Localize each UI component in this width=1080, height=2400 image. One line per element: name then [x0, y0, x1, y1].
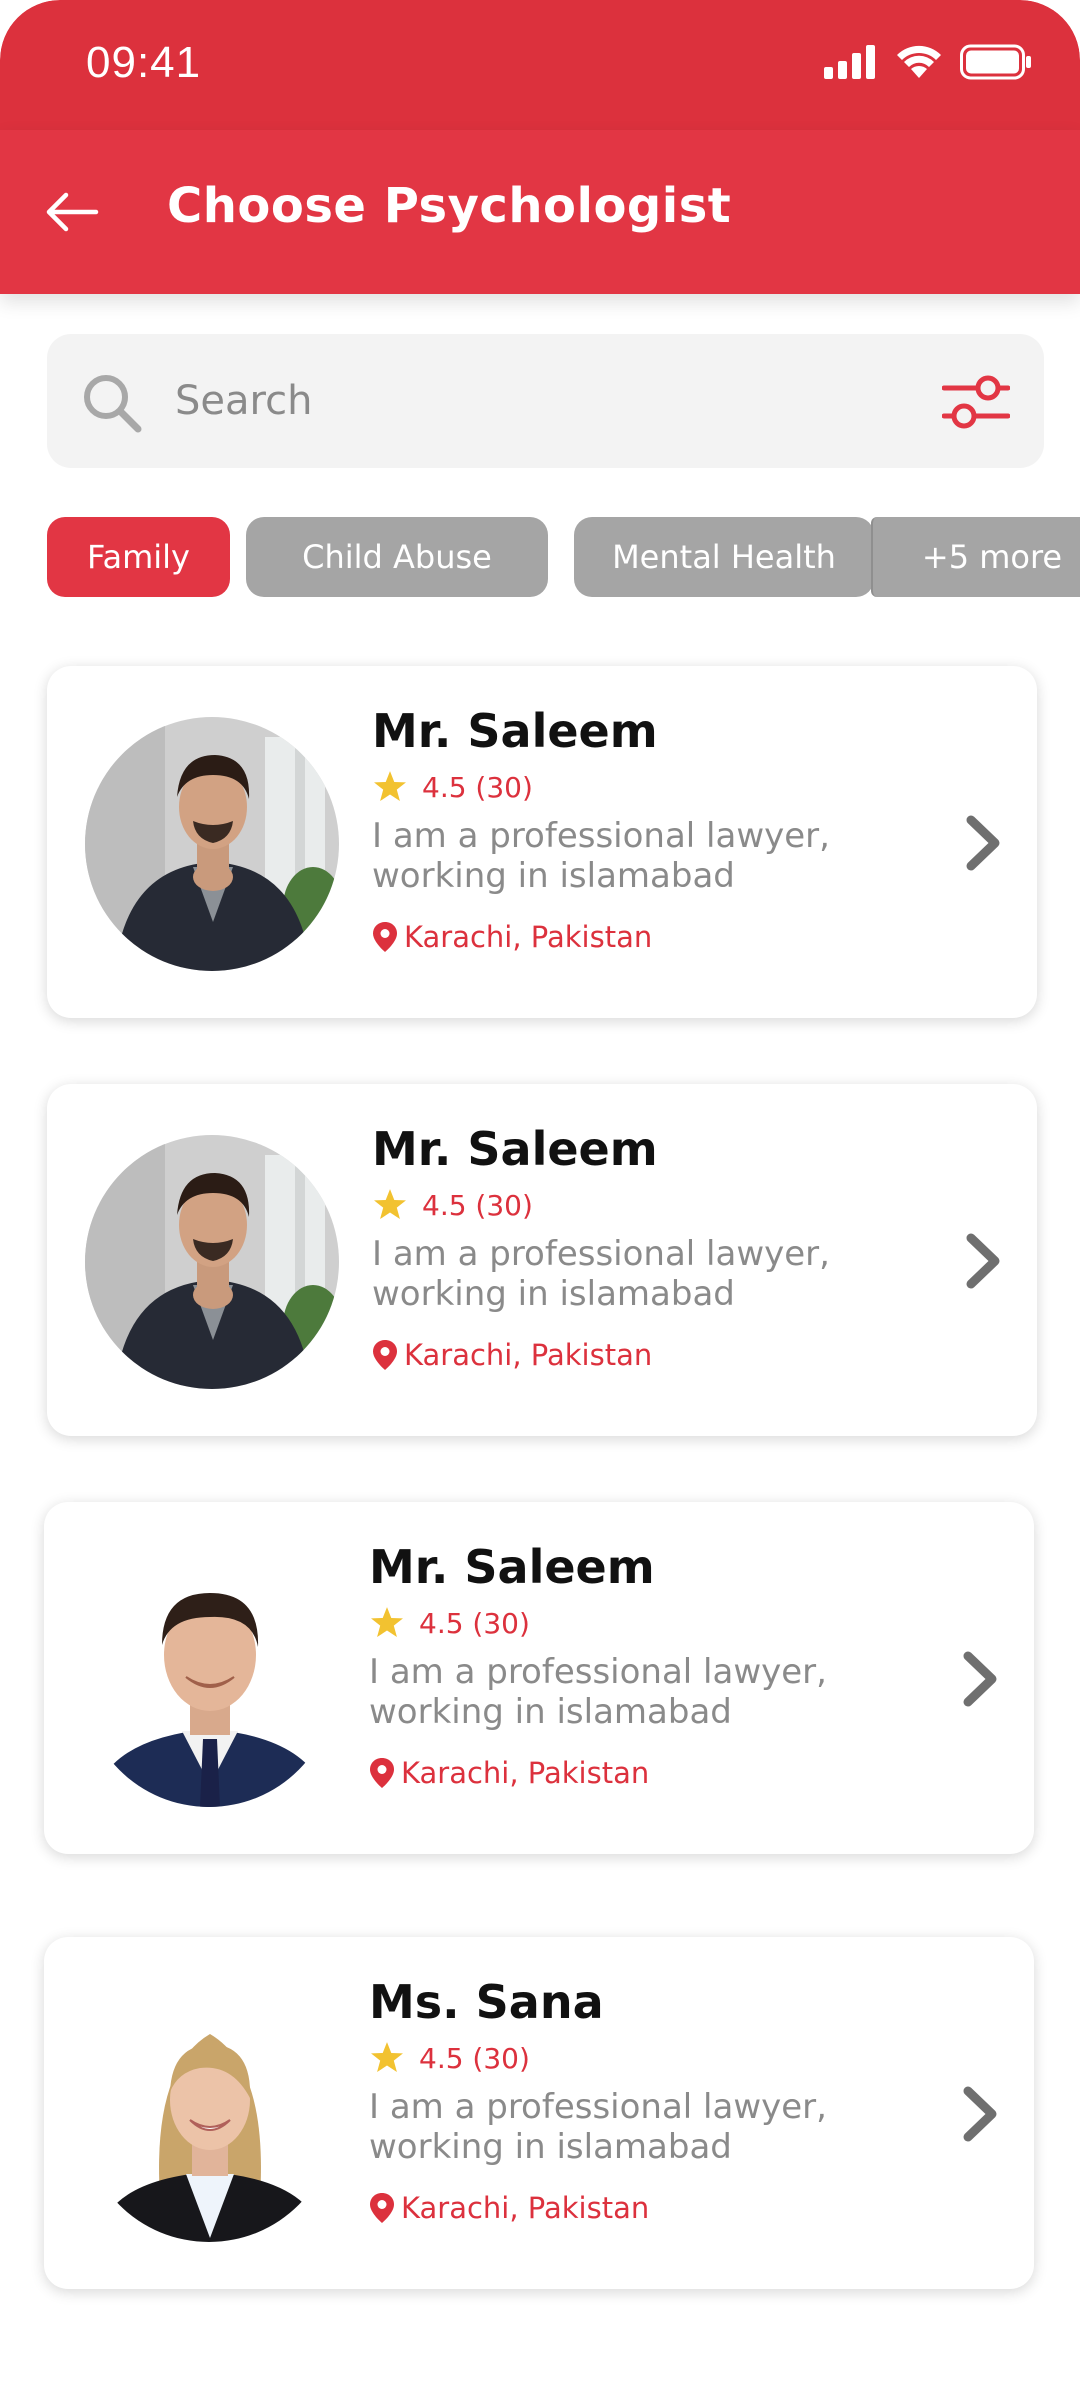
psychologist-description: I am a professional lawyer, working in i… [369, 2087, 827, 2167]
chip-mental-health[interactable]: Mental Health [574, 517, 874, 597]
app-header: Choose Psychologist [0, 130, 1080, 294]
battery-icon [960, 44, 1031, 80]
location: Karachi, Pakistan [372, 920, 652, 954]
rating-text: 4.5 (30) [422, 770, 533, 804]
avatar [85, 1135, 339, 1389]
status-time: 09:41 [86, 38, 202, 87]
star-icon [374, 1189, 406, 1220]
rating-text: 4.5 (30) [422, 1188, 533, 1222]
chip-more[interactable]: +5 more [871, 517, 1080, 597]
psychologist-description: I am a professional lawyer, working in i… [369, 1652, 827, 1732]
location: Karachi, Pakistan [369, 1756, 649, 1790]
chevron-right-icon[interactable] [959, 812, 1009, 874]
location-pin-icon [370, 1758, 394, 1788]
location: Karachi, Pakistan [369, 2191, 649, 2225]
location-pin-icon [370, 2193, 394, 2223]
rating: 4.5 (30) [372, 1188, 533, 1222]
rating: 4.5 (30) [369, 1606, 530, 1640]
chevron-right-icon[interactable] [959, 1230, 1009, 1292]
status-bar: 09:41 [0, 0, 1080, 130]
psychologist-name: Mr. Saleem [372, 1122, 658, 1176]
star-icon [374, 771, 406, 802]
chip-child-abuse[interactable]: Child Abuse [246, 517, 548, 597]
rating: 4.5 (30) [369, 2041, 530, 2075]
star-icon [371, 1607, 403, 1638]
psychologist-card[interactable]: Mr. Saleem 4.5 (30) I am a professional … [44, 1502, 1034, 1854]
star-icon [371, 2042, 403, 2073]
signal-icon [824, 45, 875, 79]
back-arrow-icon[interactable] [40, 180, 104, 244]
rating-text: 4.5 (30) [419, 2041, 530, 2075]
page-title: Choose Psychologist [167, 178, 732, 234]
rating-text: 4.5 (30) [419, 1606, 530, 1640]
search-icon [84, 375, 142, 433]
location-pin-icon [373, 1340, 397, 1370]
psychologist-description: I am a professional lawyer, working in i… [372, 1234, 830, 1314]
location: Karachi, Pakistan [372, 1338, 652, 1372]
location-text: Karachi, Pakistan [401, 2191, 650, 2225]
status-icons [824, 44, 1032, 80]
psychologist-name: Mr. Saleem [372, 704, 658, 758]
avatar [82, 1553, 336, 1807]
location-text: Karachi, Pakistan [404, 920, 653, 954]
chevron-right-icon[interactable] [956, 1648, 1006, 1710]
search-input[interactable] [175, 334, 935, 468]
filter-sliders-icon[interactable] [942, 374, 1010, 430]
avatar [82, 1988, 336, 2242]
psychologist-card[interactable]: Mr. Saleem 4.5 (30) I am a professional … [47, 1084, 1037, 1436]
psychologist-card[interactable]: Ms. Sana 4.5 (30) I am a professional la… [44, 1937, 1034, 2289]
rating: 4.5 (30) [372, 770, 533, 804]
phone-screen: 09:41 Choose Psychologist Search Family … [0, 0, 1080, 2400]
psychologist-name: Mr. Saleem [369, 1540, 655, 1594]
category-chips: Family Child Abuse Mental Health +5 more [47, 517, 1080, 597]
psychologist-name: Ms. Sana [369, 1975, 604, 2029]
chevron-right-icon[interactable] [956, 2083, 1006, 2145]
location-text: Karachi, Pakistan [404, 1338, 653, 1372]
avatar [85, 717, 339, 971]
chip-family[interactable]: Family [47, 517, 230, 597]
psychologist-card[interactable]: Mr. Saleem 4.5 (30) I am a professional … [47, 666, 1037, 1018]
location-pin-icon [373, 922, 397, 952]
search-bar[interactable] [47, 334, 1044, 468]
wifi-icon [897, 45, 941, 78]
location-text: Karachi, Pakistan [401, 1756, 650, 1790]
psychologist-description: I am a professional lawyer, working in i… [372, 816, 830, 896]
